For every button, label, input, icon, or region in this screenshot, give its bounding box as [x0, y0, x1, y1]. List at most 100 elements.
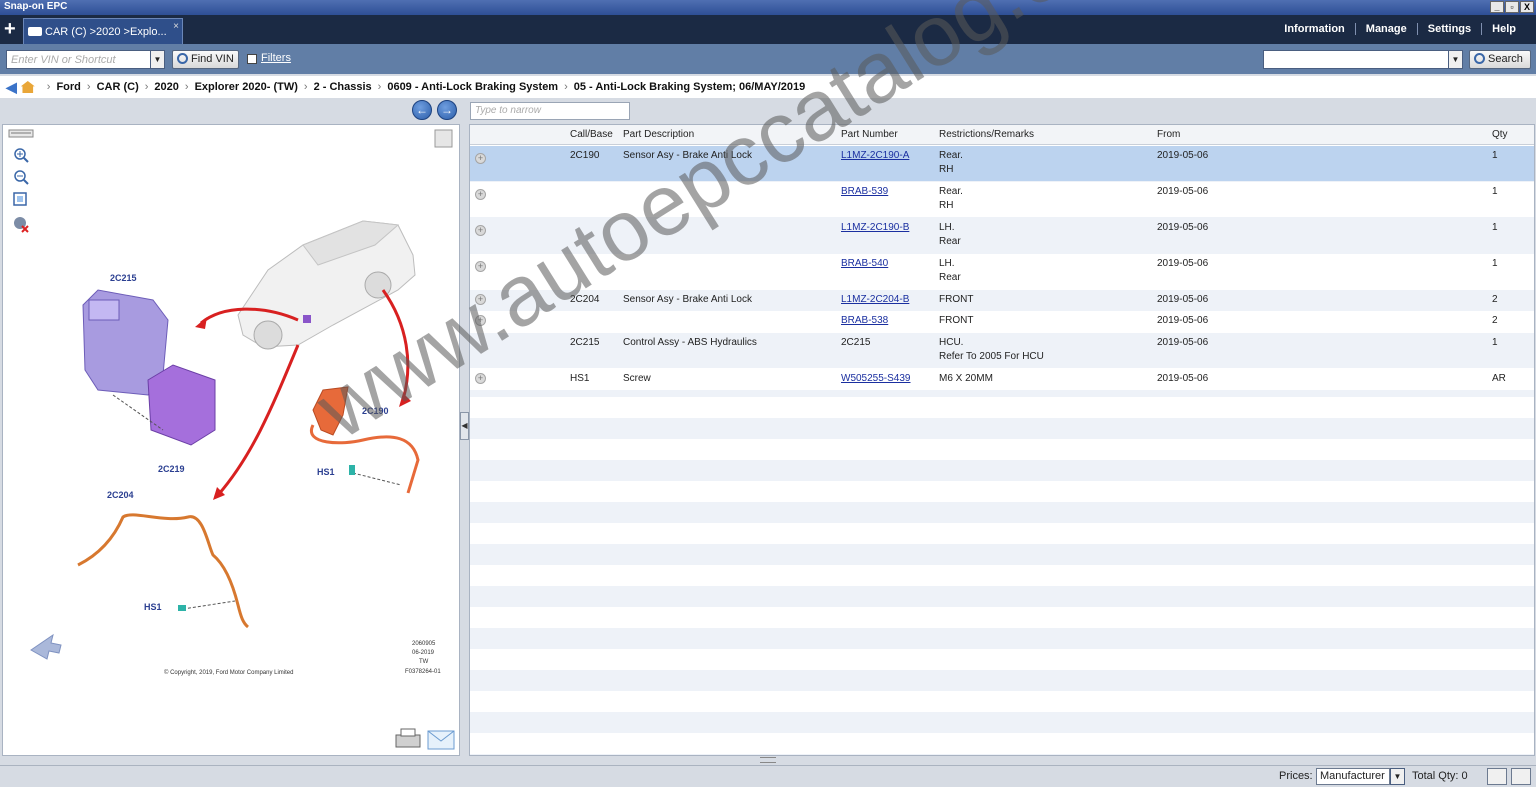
tab-close-icon[interactable]: × — [173, 21, 179, 32]
callout-2c204[interactable]: 2C204 — [107, 490, 134, 500]
cell-remark-1: FRONT — [939, 294, 974, 305]
menu-help[interactable]: Help — [1482, 23, 1526, 35]
resize-grip-handle[interactable] — [760, 757, 776, 763]
vin-dropdown-chevron-down-icon[interactable]: ▼ — [150, 50, 165, 69]
expand-plus-icon[interactable]: + — [475, 315, 486, 326]
cell-qty: 1 — [1492, 222, 1498, 233]
callout-hs1-rear[interactable]: HS1 — [317, 467, 335, 477]
top-menu: Information Manage Settings Help — [1274, 23, 1526, 35]
previous-illustration-arrow-left-icon[interactable]: ← — [412, 100, 432, 120]
collapse-handle-icon[interactable] — [8, 129, 34, 138]
reset-zoom-icon[interactable] — [14, 217, 29, 233]
search-icon — [1474, 53, 1485, 64]
back-arrow-icon[interactable]: ◀ — [6, 79, 17, 96]
filters-link[interactable]: Filters — [261, 52, 291, 64]
panel-splitter-handle[interactable]: ◀ — [460, 412, 469, 440]
restore-panel-icon[interactable] — [1487, 768, 1507, 785]
col-remarks[interactable]: Restrictions/Remarks — [939, 129, 1034, 140]
abs-hydraulic-unit — [82, 289, 216, 446]
find-vin-button[interactable]: Find VIN — [172, 50, 239, 69]
expand-plus-icon[interactable]: + — [475, 189, 486, 200]
table-row[interactable]: + HS1 Screw W505255-S439 M6 X 20MM 2019-… — [470, 369, 1534, 390]
table-row[interactable]: + BRAB-540 LH. Rear 2019-05-06 1 — [470, 254, 1534, 289]
chevron-right-icon: › — [564, 81, 568, 93]
table-row[interactable]: + BRAB-539 Rear. RH 2019-05-06 1 — [470, 182, 1534, 217]
expand-plus-icon[interactable]: + — [475, 261, 486, 272]
breadcrumb-item-ford[interactable]: Ford — [56, 81, 80, 93]
menu-settings[interactable]: Settings — [1418, 23, 1483, 35]
parts-table: Call/Base Part Description Part Number R… — [469, 124, 1535, 756]
car-icon — [28, 27, 42, 36]
menu-manage[interactable]: Manage — [1356, 23, 1418, 35]
diagram-ref-3: TW — [419, 659, 429, 665]
cell-qty: AR — [1492, 373, 1506, 384]
expand-plus-icon[interactable]: + — [475, 373, 486, 384]
col-description[interactable]: Part Description — [623, 129, 694, 140]
close-window-button[interactable]: X — [1520, 1, 1534, 13]
cell-part-number: 2C215 — [841, 337, 871, 348]
home-icon[interactable] — [20, 81, 35, 93]
breadcrumb-item-subgroup[interactable]: 0609 - Anti-Lock Braking System — [387, 81, 558, 93]
cell-part-number-link[interactable]: L1MZ-2C190-A — [841, 149, 909, 163]
zoom-out-icon[interactable] — [14, 170, 29, 185]
zoom-in-icon[interactable] — [14, 148, 29, 163]
vin-input[interactable]: Enter VIN or Shortcut — [6, 50, 156, 69]
cell-part-number-link[interactable]: W505255-S439 — [841, 372, 911, 386]
col-part-number[interactable]: Part Number — [841, 129, 898, 140]
expand-plus-icon[interactable]: + — [475, 225, 486, 236]
breadcrumb-item-model[interactable]: Explorer 2020- (TW) — [195, 81, 298, 93]
callout-2c215[interactable]: 2C215 — [110, 273, 137, 283]
col-qty[interactable]: Qty — [1492, 129, 1508, 140]
cell-part-number-link[interactable]: BRAB-538 — [841, 314, 888, 328]
breadcrumb-item-illustration: 05 - Anti-Lock Braking System; 06/MAY/20… — [573, 81, 806, 93]
expand-plus-icon[interactable]: + — [475, 153, 486, 164]
cell-qty: 1 — [1492, 337, 1498, 348]
fit-to-window-icon[interactable] — [13, 192, 27, 206]
col-call-base[interactable]: Call/Base — [570, 129, 613, 140]
search-button[interactable]: Search — [1469, 50, 1531, 69]
cell-remark-1: LH. — [939, 258, 955, 269]
cell-part-number-link[interactable]: BRAB-540 — [841, 257, 888, 271]
table-row[interactable]: + BRAB-538 FRONT 2019-05-06 2 — [470, 311, 1534, 332]
expand-plus-icon[interactable]: + — [475, 294, 486, 305]
prices-select[interactable]: Manufacturer — [1316, 768, 1390, 785]
diagram-ref-4: F0378264-01 — [405, 669, 441, 675]
table-row[interactable]: 2C215 Control Assy - ABS Hydraulics 2C21… — [470, 333, 1534, 368]
tab-catalog[interactable]: CAR (C) >2020 >Explo... × — [23, 18, 183, 44]
maximize-panel-icon[interactable] — [1511, 768, 1531, 785]
cell-part-number-link[interactable]: L1MZ-2C204-B — [841, 293, 909, 307]
chevron-right-icon: › — [46, 81, 51, 93]
search-input[interactable] — [1263, 50, 1449, 69]
cell-from: 2019-05-06 — [1157, 337, 1209, 348]
search-label: Search — [1488, 53, 1523, 65]
breadcrumb-item-car[interactable]: CAR (C) — [97, 81, 139, 93]
maximize-button[interactable]: ▫ — [1505, 1, 1519, 13]
breadcrumb-item-group[interactable]: 2 - Chassis — [314, 81, 372, 93]
cell-part-number-link[interactable]: L1MZ-2C190-B — [841, 221, 909, 235]
next-illustration-arrow-right-icon[interactable]: → — [437, 100, 457, 120]
cell-call: HS1 — [570, 373, 590, 384]
cell-call: 2C204 — [570, 294, 600, 305]
callout-hs1-front[interactable]: HS1 — [144, 602, 162, 612]
search-dropdown-chevron-down-icon[interactable]: ▼ — [1448, 50, 1463, 69]
prices-chevron-down-icon[interactable]: ▼ — [1390, 768, 1405, 785]
callout-2c219[interactable]: 2C219 — [158, 464, 185, 474]
new-tab-plus-icon[interactable]: + — [4, 18, 16, 40]
thumbnail-toggle-icon[interactable] — [434, 129, 453, 148]
minimize-button[interactable]: _ — [1490, 1, 1504, 13]
table-row[interactable]: + L1MZ-2C190-B LH. Rear 2019-05-06 1 — [470, 218, 1534, 253]
tab-label: CAR (C) >2020 >Explo... — [45, 26, 167, 38]
table-row[interactable]: + 2C204 Sensor Asy - Brake Anti Lock L1M… — [470, 290, 1534, 310]
breadcrumb-item-year[interactable]: 2020 — [154, 81, 178, 93]
table-row[interactable]: + 2C190 Sensor Asy - Brake Anti Lock L1M… — [470, 146, 1534, 181]
diagram-ref-1: 2060905 — [412, 641, 436, 647]
cell-remark-1: Rear. — [939, 186, 963, 197]
email-icon[interactable] — [427, 730, 455, 750]
callout-2c190[interactable]: 2C190 — [362, 406, 389, 416]
col-from[interactable]: From — [1157, 129, 1180, 140]
cell-part-number-link[interactable]: BRAB-539 — [841, 185, 888, 199]
filters-checkbox[interactable] — [247, 54, 257, 64]
print-icon[interactable] — [395, 728, 421, 748]
menu-information[interactable]: Information — [1274, 23, 1356, 35]
narrow-input[interactable]: Type to narrow — [470, 102, 630, 120]
